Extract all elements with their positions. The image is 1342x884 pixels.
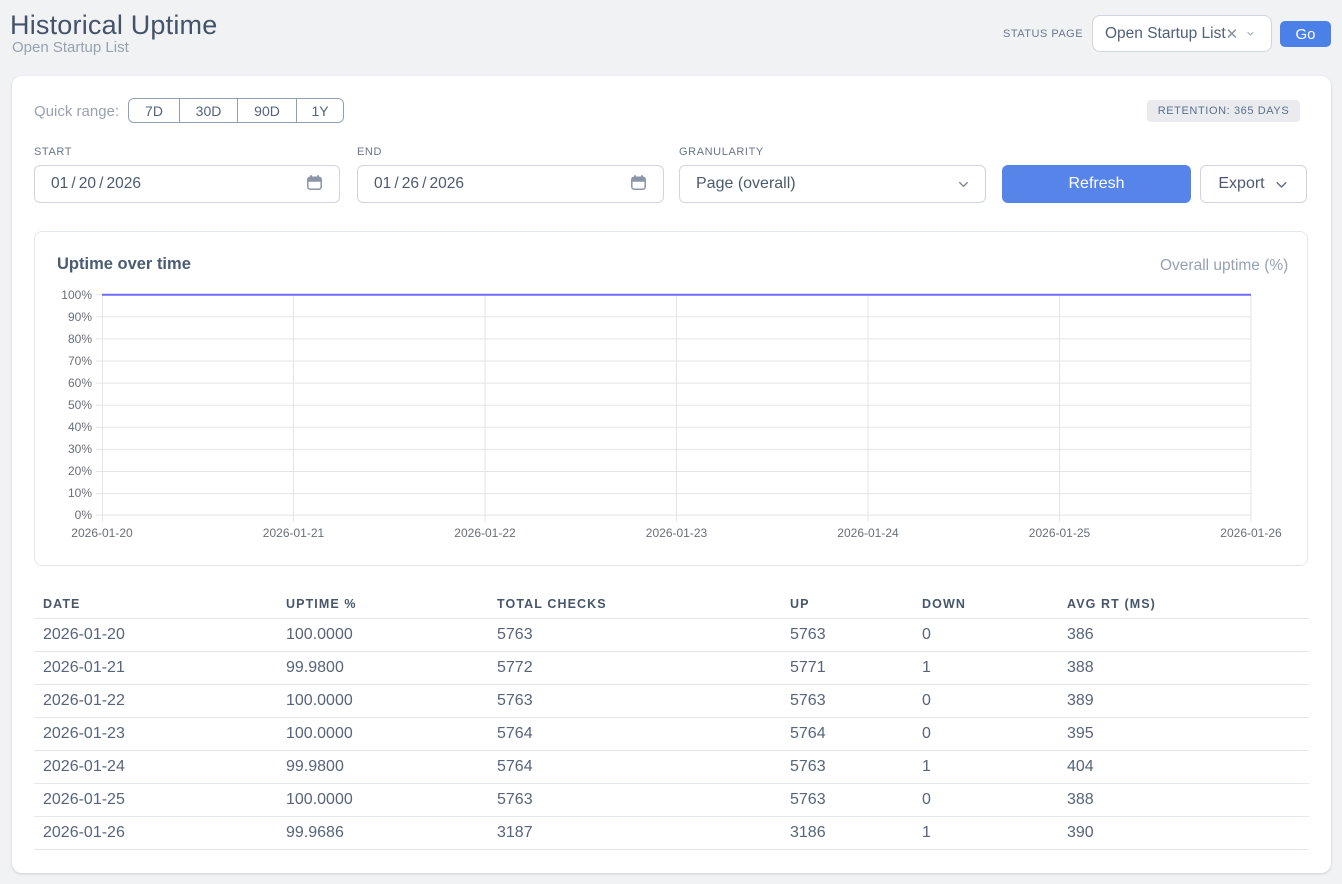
svg-text:2026-01-24: 2026-01-24 — [837, 526, 899, 540]
svg-text:2026-01-23: 2026-01-23 — [646, 526, 708, 540]
svg-text:90%: 90% — [68, 310, 92, 324]
svg-text:2026-01-25: 2026-01-25 — [1029, 526, 1091, 540]
svg-text:20%: 20% — [68, 464, 92, 478]
svg-text:60%: 60% — [68, 376, 92, 390]
svg-text:40%: 40% — [68, 420, 92, 434]
svg-text:10%: 10% — [68, 486, 92, 500]
svg-text:100%: 100% — [61, 288, 92, 302]
svg-text:2026-01-20: 2026-01-20 — [71, 526, 133, 540]
svg-text:70%: 70% — [68, 354, 92, 368]
svg-text:2026-01-21: 2026-01-21 — [263, 526, 325, 540]
svg-text:50%: 50% — [68, 398, 92, 412]
svg-text:2026-01-22: 2026-01-22 — [454, 526, 516, 540]
svg-text:2026-01-26: 2026-01-26 — [1220, 526, 1282, 540]
svg-text:0%: 0% — [75, 508, 93, 522]
svg-text:80%: 80% — [68, 332, 92, 346]
svg-text:30%: 30% — [68, 442, 92, 456]
